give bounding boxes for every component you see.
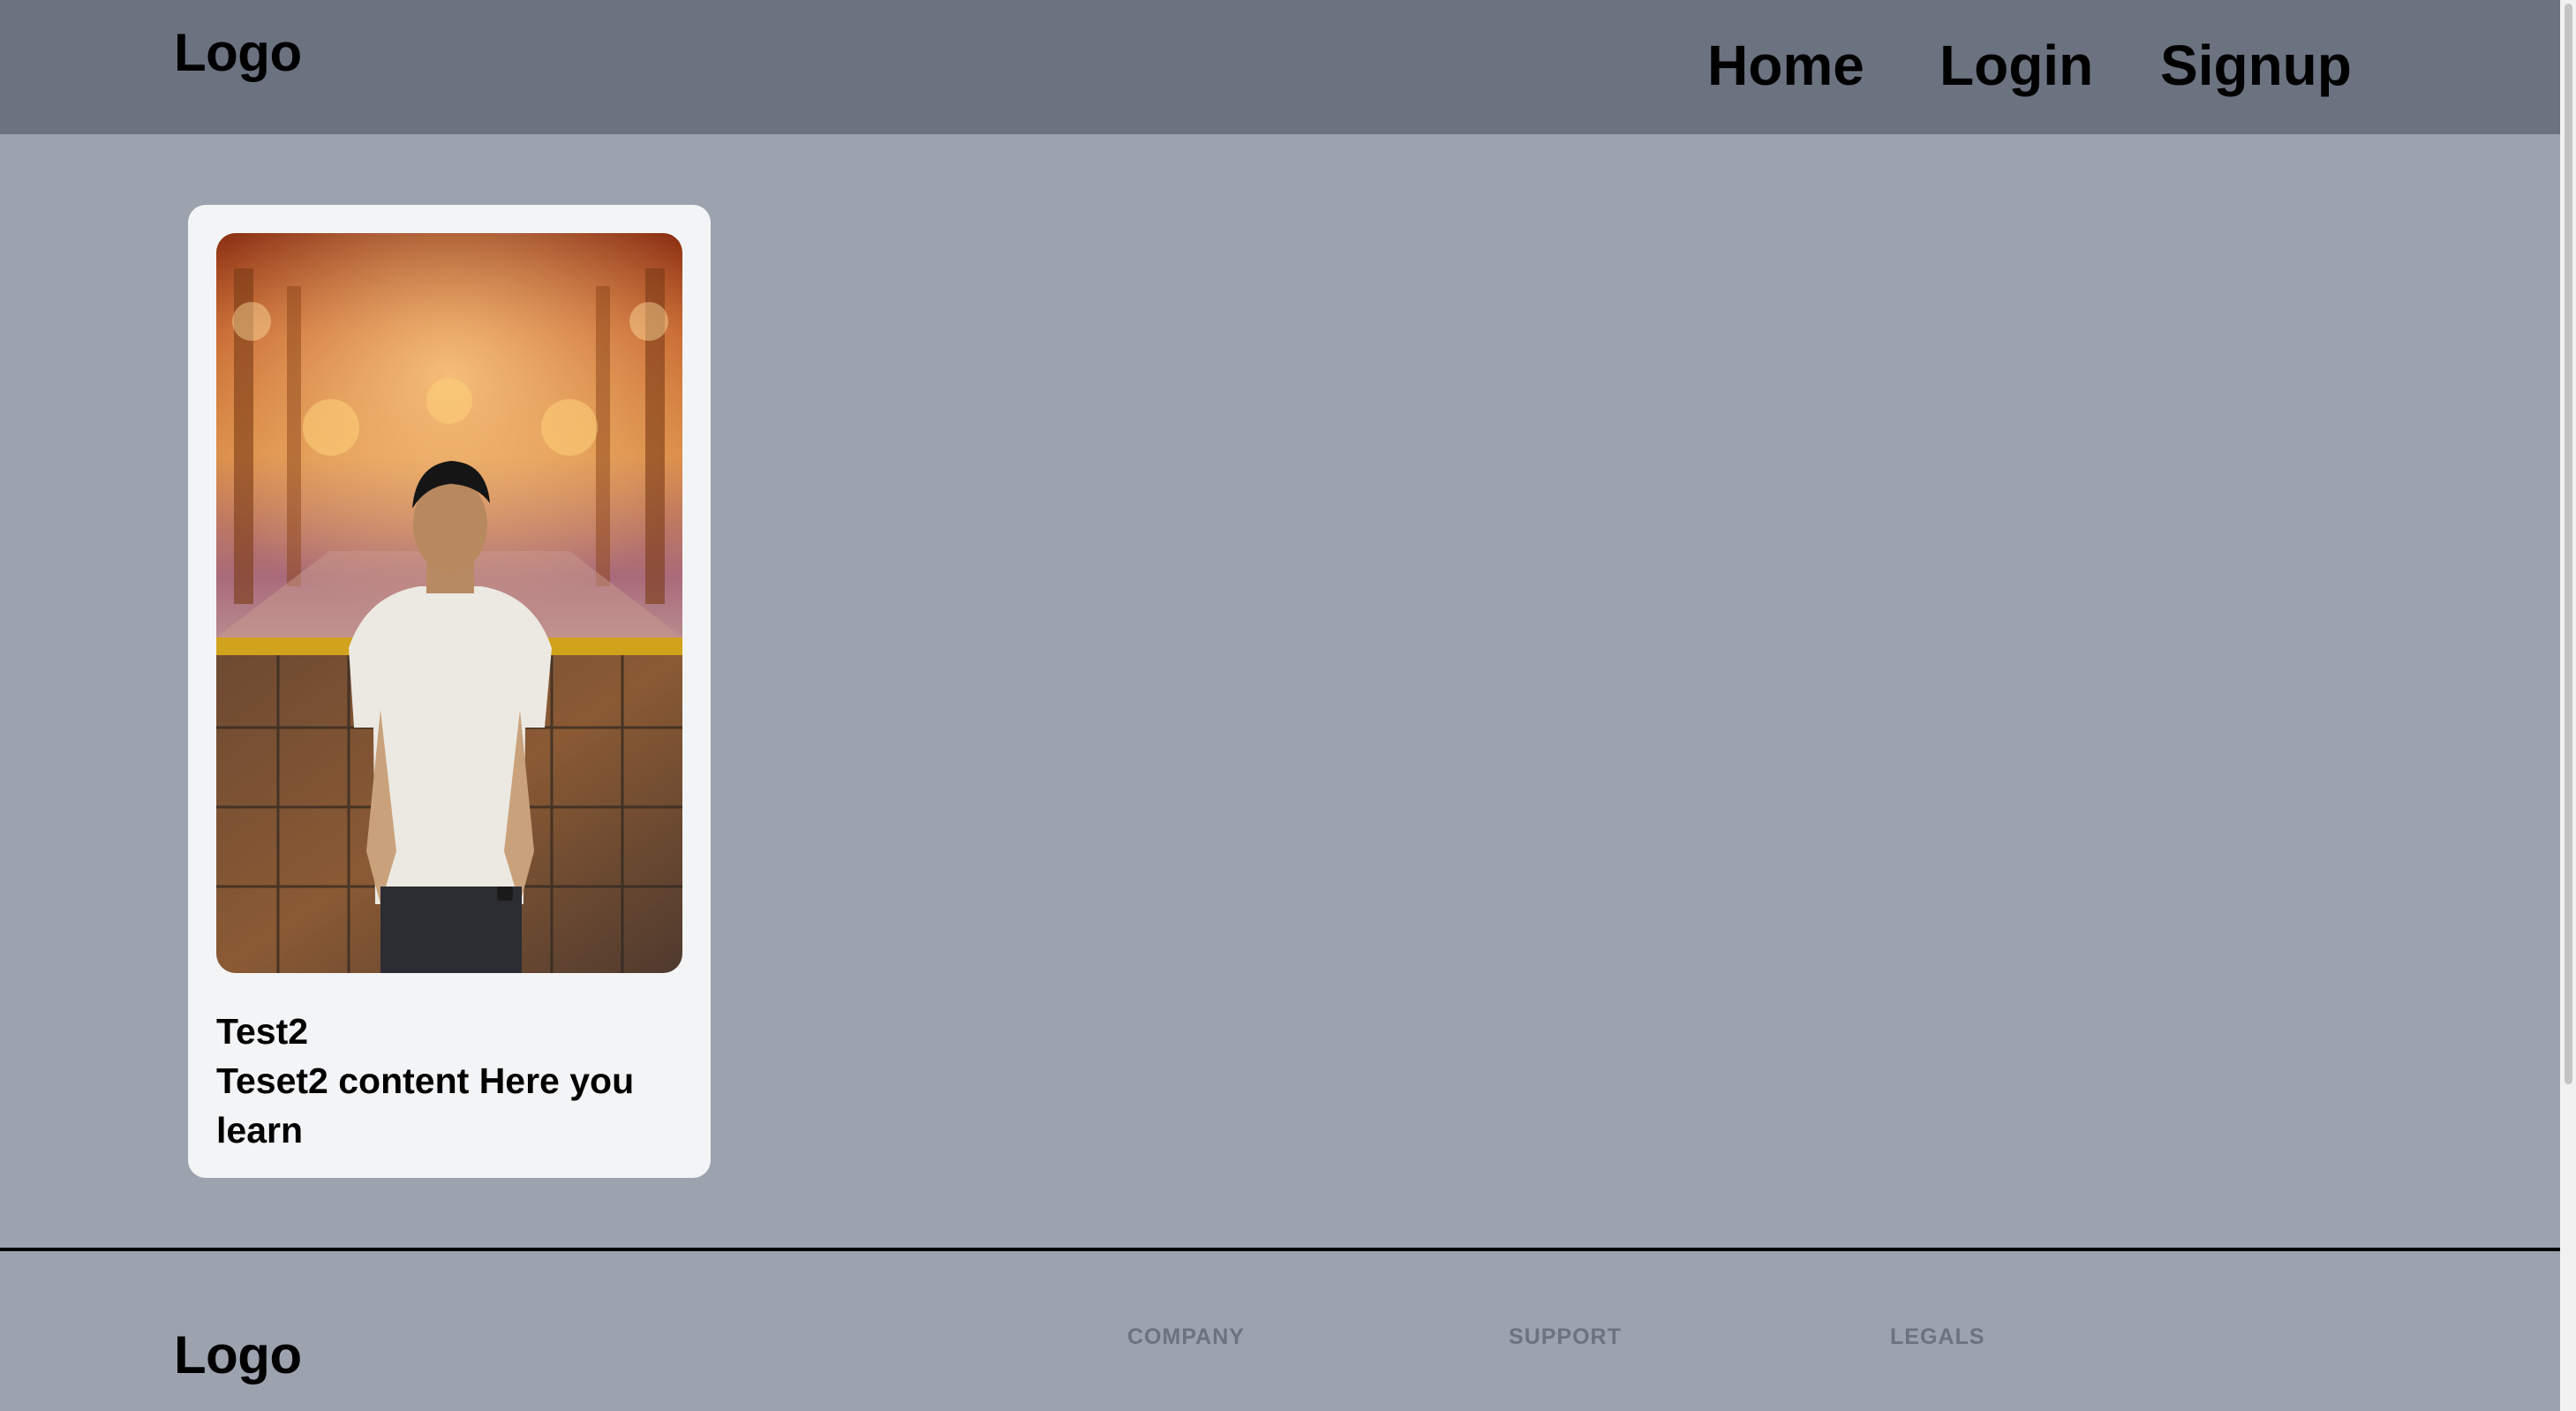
nav-link-signup[interactable]: Signup bbox=[2160, 37, 2352, 94]
card-photo bbox=[216, 233, 682, 973]
site-header: Logo Home Login Signup bbox=[0, 0, 2560, 134]
header-logo[interactable]: Logo bbox=[174, 26, 302, 79]
footer-divider bbox=[0, 1248, 2560, 1251]
footer-heading-company: COMPANY bbox=[1127, 1324, 1245, 1349]
footer-heading-legals: LEGALS bbox=[1890, 1324, 1985, 1349]
card-title: Test2 bbox=[216, 1011, 309, 1052]
content-card[interactable]: Test2 Teset2 content Here you learn bbox=[188, 205, 711, 1178]
footer-logo[interactable]: Logo bbox=[174, 1329, 302, 1382]
card-content: Teset2 content Here you learn bbox=[216, 1060, 635, 1151]
footer-heading-support: SUPPORT bbox=[1509, 1324, 1622, 1349]
scrollbar-thumb[interactable] bbox=[2565, 4, 2572, 1084]
nav-link-home[interactable]: Home bbox=[1707, 37, 1864, 94]
nav-link-login[interactable]: Login bbox=[1940, 37, 2093, 94]
vertical-scrollbar[interactable] bbox=[2560, 0, 2576, 1411]
